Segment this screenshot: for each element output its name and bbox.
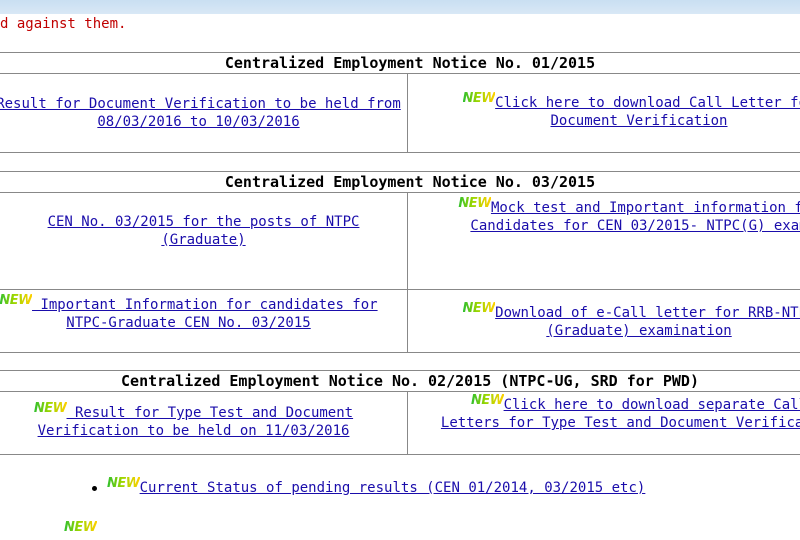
download-e-call-letter-link[interactable]: Download of e-Call letter for RRB-NTPC (… (495, 305, 800, 339)
new-badge-icon: NEW (462, 91, 496, 106)
new-badge-icon: NEW (107, 476, 140, 491)
new-badge-icon: NEW (0, 293, 33, 308)
new-badge-icon: NEW (470, 393, 504, 408)
table-cell: NEWDownload of e-Call letter for RRB-NTP… (408, 290, 800, 352)
result-type-test-link[interactable]: Result for Type Test and Document Verifi… (38, 405, 354, 439)
table-cell: NEW Result for Type Test and Document Ve… (0, 392, 408, 454)
important-information-ntpc-link[interactable]: Important Information for candidates for… (32, 297, 377, 331)
new-badge-icon: NEW (462, 301, 496, 316)
table-cell: CEN No. 03/2015 for the posts of NTPC (G… (0, 193, 408, 289)
table-cell: NEWMock test and Important information f… (408, 193, 800, 289)
new-badge-icon: NEW (33, 401, 67, 416)
current-status-results-link[interactable]: Current Status of pending results (CEN 0… (140, 480, 646, 496)
cen-ntpc-graduate-link[interactable]: CEN No. 03/2015 for the posts of NTPC (G… (20, 213, 387, 249)
table-cell: NEW Important Information for candidates… (0, 290, 408, 352)
notice-table-03-2015: Centralized Employment Notice No. 03/201… (0, 171, 800, 353)
notice-text: d against them. (0, 16, 127, 32)
table-cell: NEWClick here to download Call Letter fo… (408, 74, 800, 152)
table-cell: Result for Document Verification to be h… (0, 74, 408, 152)
new-badge-icon: NEW (458, 196, 491, 211)
download-call-letter-link[interactable]: Click here to download Call Letter for D… (495, 95, 800, 129)
table-row: CEN No. 03/2015 for the posts of NTPC (G… (0, 193, 800, 290)
list-item: NEW (64, 520, 97, 540)
notice-table-02-2015: Centralized Employment Notice No. 02/201… (0, 370, 800, 455)
mock-test-information-link[interactable]: Mock test and Important information for … (470, 200, 800, 234)
table-cell: NEWClick here to download separate Call … (408, 392, 800, 454)
bullet-icon (92, 485, 97, 491)
table-row: NEW Result for Type Test and Document Ve… (0, 392, 800, 454)
notice-table-01-2015: Centralized Employment Notice No. 01/201… (0, 52, 800, 153)
notice-title: Centralized Employment Notice No. 01/201… (0, 53, 800, 74)
notice-title: Centralized Employment Notice No. 03/201… (0, 172, 800, 193)
table-row: NEW Important Information for candidates… (0, 290, 800, 352)
result-document-verification-link[interactable]: Result for Document Verification to be h… (0, 95, 407, 131)
notice-title: Centralized Employment Notice No. 02/201… (0, 371, 800, 392)
list-item: NEWCurrent Status of pending results (CE… (92, 476, 646, 496)
table-row: Result for Document Verification to be h… (0, 74, 800, 152)
